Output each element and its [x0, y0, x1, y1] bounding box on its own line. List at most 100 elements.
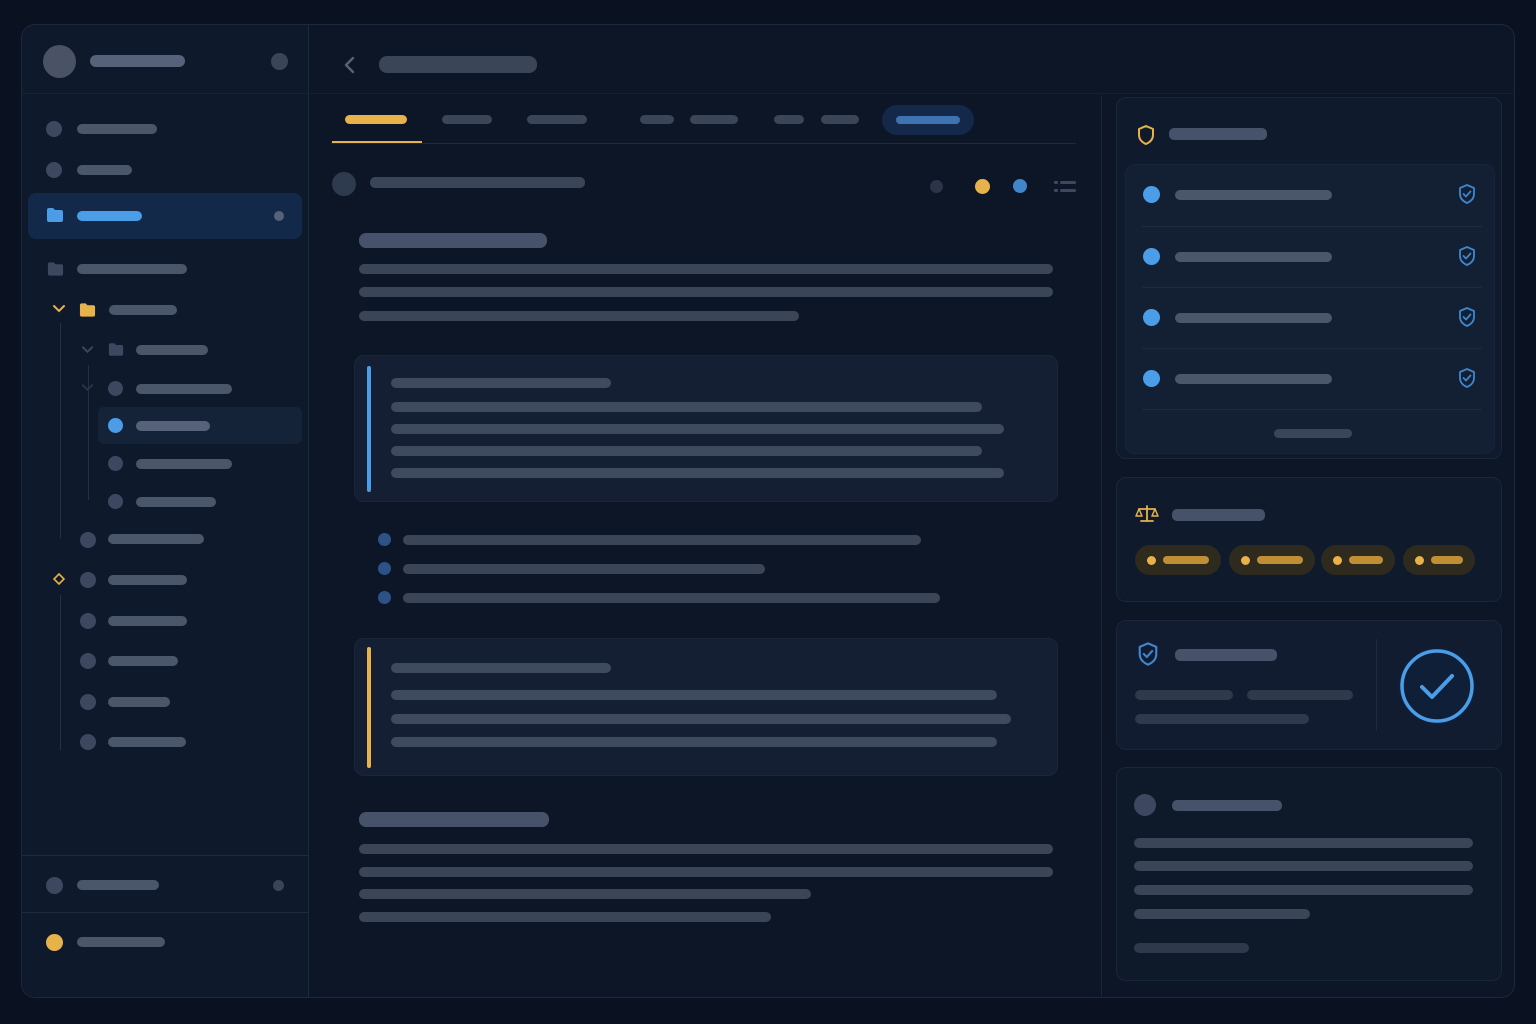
tree-leaf-selected[interactable] — [98, 407, 302, 444]
tag-chip[interactable] — [1229, 545, 1315, 575]
shield-check-icon — [1138, 642, 1158, 666]
shield-check-icon — [1459, 184, 1475, 204]
footer-item-1[interactable] — [77, 880, 159, 890]
shield-check-icon — [1459, 246, 1475, 266]
status-dot — [108, 418, 123, 433]
comment-line — [1134, 885, 1473, 895]
chevron-down-icon[interactable] — [52, 304, 66, 314]
status-dot-blue[interactable] — [1013, 179, 1027, 193]
shield-icon — [1138, 125, 1154, 145]
status-dot — [1143, 186, 1160, 203]
callout-info — [354, 355, 1058, 502]
tag-chip[interactable] — [1403, 545, 1475, 575]
policy-row[interactable] — [1126, 227, 1494, 288]
verification-title — [1175, 649, 1277, 661]
folder-icon — [47, 262, 64, 276]
user-status-dot — [46, 934, 63, 951]
policy-list — [1125, 164, 1495, 454]
doc-author-avatar[interactable] — [332, 172, 356, 196]
settings-dot[interactable] — [271, 53, 288, 70]
status-dot-gold[interactable] — [975, 179, 990, 194]
tree-item-7[interactable] — [108, 616, 187, 626]
status-dot-gray[interactable] — [930, 180, 943, 193]
tree-item-icon — [80, 734, 96, 750]
tree-item-icon — [80, 613, 96, 629]
tree-item-icon — [80, 532, 96, 548]
bullet-line — [403, 593, 940, 603]
tree-item-icon — [80, 694, 96, 710]
verification-detail — [1247, 690, 1353, 700]
tree-leaf-3[interactable] — [136, 459, 232, 469]
callout-line — [391, 737, 997, 747]
callout-line — [391, 402, 982, 412]
policy-row[interactable] — [1126, 165, 1494, 226]
tags-title — [1172, 509, 1265, 521]
body-line — [359, 844, 1053, 854]
chevron-down-icon[interactable] — [81, 383, 94, 393]
comment-line — [1134, 943, 1249, 953]
tab-2[interactable] — [442, 115, 492, 124]
tree-item-icon — [80, 572, 96, 588]
policy-row[interactable] — [1126, 288, 1494, 349]
tree-item-6[interactable] — [108, 575, 187, 585]
shield-check-icon — [1459, 307, 1475, 327]
status-dot — [1143, 248, 1160, 265]
tab-6[interactable] — [774, 115, 804, 124]
tree-item-8[interactable] — [108, 656, 178, 666]
section-heading — [359, 812, 549, 827]
doc-meta — [370, 177, 585, 188]
tag-chip[interactable] — [1321, 545, 1395, 575]
chevron-down-icon[interactable] — [81, 345, 94, 355]
status-dot — [1143, 370, 1160, 387]
tree-subfolder-label[interactable] — [136, 345, 208, 355]
tree-folder-label[interactable] — [109, 305, 177, 315]
shield-check-icon — [1459, 368, 1475, 388]
nav-item-1[interactable] — [77, 124, 157, 134]
view-all-link[interactable] — [1274, 429, 1352, 438]
chevron-left-icon[interactable] — [342, 55, 358, 75]
list-icon[interactable] — [1054, 180, 1076, 194]
tab-7[interactable] — [821, 115, 859, 124]
bullet — [378, 562, 391, 575]
body-line — [359, 287, 1053, 297]
callout-line — [391, 446, 982, 456]
commenter-avatar[interactable] — [1134, 794, 1156, 816]
callout-line — [391, 690, 997, 700]
tree-item-10[interactable] — [108, 737, 186, 747]
nav-item-2[interactable] — [77, 165, 132, 175]
comment-panel — [1116, 767, 1502, 981]
folder-item[interactable] — [77, 264, 187, 274]
bullet-line — [403, 564, 765, 574]
policy-row[interactable] — [1126, 349, 1494, 410]
callout-line — [391, 468, 1004, 478]
verification-detail — [1135, 714, 1309, 724]
sidebar-item-active-folder[interactable] — [28, 193, 302, 239]
tree-leaf-2 — [136, 421, 210, 431]
tab-5[interactable] — [690, 115, 738, 124]
bullet — [378, 533, 391, 546]
footer-icon — [46, 877, 63, 894]
bullet — [378, 591, 391, 604]
compliance-tags-panel — [1116, 477, 1502, 602]
sidebar — [22, 25, 309, 997]
tab-pill-selected[interactable] — [882, 105, 974, 135]
nav-icon — [46, 162, 62, 178]
avatar[interactable] — [43, 45, 76, 78]
tree-item-5[interactable] — [108, 534, 204, 544]
tree-item-icon — [80, 653, 96, 669]
verification-panel — [1116, 620, 1502, 750]
tree-leaf-1[interactable] — [136, 384, 232, 394]
check-circle-icon — [1398, 647, 1476, 725]
folder-icon — [108, 343, 124, 356]
tag-chip[interactable] — [1135, 545, 1221, 575]
tab-active[interactable] — [332, 105, 422, 143]
tab-4[interactable] — [640, 115, 674, 124]
page-title — [379, 56, 537, 73]
policy-panel — [1116, 97, 1502, 459]
tree-item-9[interactable] — [108, 697, 170, 707]
active-folder-badge — [274, 211, 284, 221]
user-item[interactable] — [77, 937, 165, 947]
app-window — [21, 24, 1515, 998]
tree-leaf-4[interactable] — [136, 497, 216, 507]
tab-3[interactable] — [527, 115, 587, 124]
